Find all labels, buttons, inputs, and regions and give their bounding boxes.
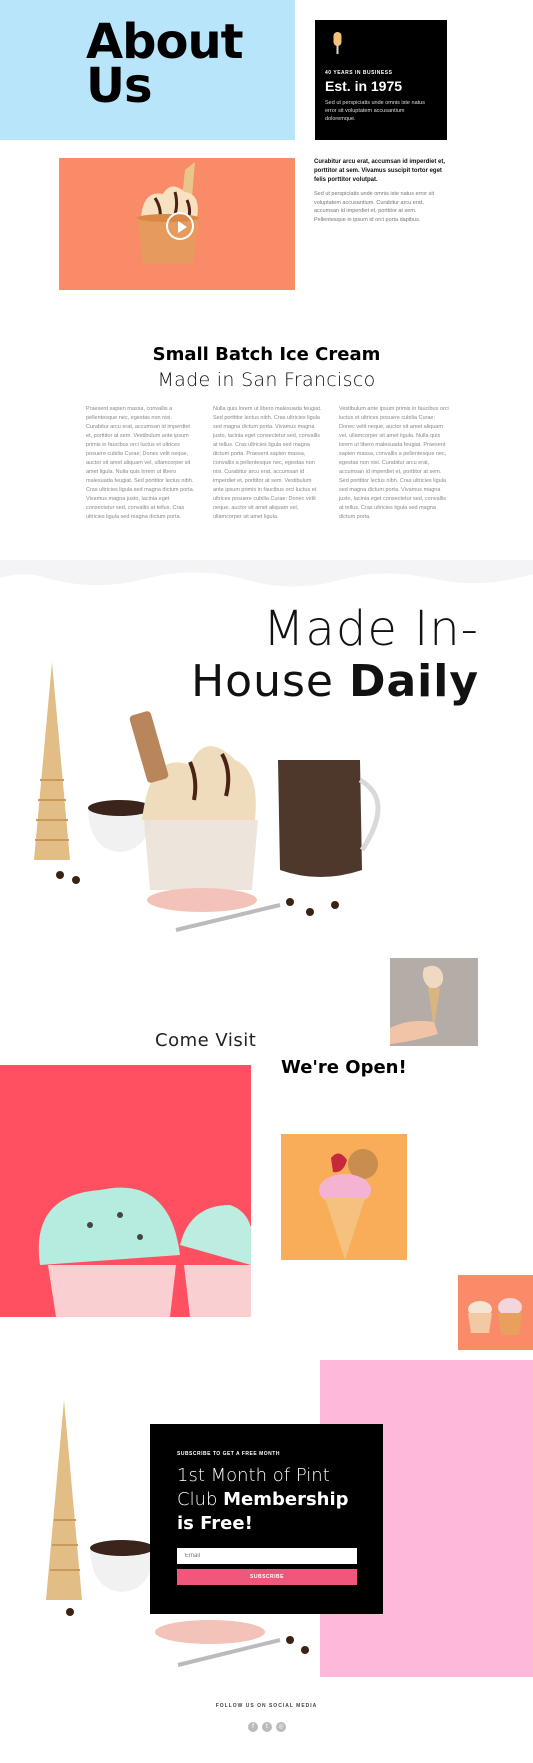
text-column-1: Praesent sapien massa, convallis a pelle… [86,406,195,520]
intro-bold-text: Curabitur arcu erat, accumsan id imperdi… [314,159,446,183]
come-visit-heading: Come Visit [155,1030,257,1051]
business-text: Sed ut perspiciatis unde omnis iste natu… [325,100,425,122]
signup-title: 1st Month of Pint Club Membership is Fre… [177,1464,367,1536]
instagram-icon[interactable]: ◎ [276,1722,286,1732]
hand-cone-image [390,958,478,1046]
business-card: 40 YEARS IN BUSINESS Est. in 1975 Sed ut… [315,20,447,140]
mint-ice-cream-image [0,1065,251,1317]
play-icon[interactable] [166,212,194,240]
section-title: Small Batch Ice Cream [152,344,381,365]
open-heading: We're Open! [281,1057,407,1078]
ice-cream-cups-image [458,1275,533,1350]
signup-card: SUBSCRIBE TO GET A FREE MONTH 1st Month … [150,1424,383,1614]
text-column-3: Vestibulum ante ipsum primis in faucibus… [339,406,449,520]
popsicle-icon [333,32,342,54]
made-heading-line1: Made In- [263,601,479,657]
facebook-icon[interactable]: f [248,1722,258,1732]
wave-divider [0,560,533,587]
follow-heading: FOLLOW US ON SOCIAL MEDIA [215,1703,318,1709]
business-kicker: 40 YEARS IN BUSINESS [325,70,393,76]
ice-cream-sundae-image [34,662,381,932]
twitter-icon[interactable]: t [262,1722,272,1732]
page: About Us 40 YEARS IN BUSINESS Est. in 19… [0,0,533,1763]
strawberry-cone-image [281,1134,407,1260]
section-subtitle: Made in San Francisco [157,369,376,391]
page-title: About Us [86,18,244,114]
business-heading: Est. in 1975 [325,78,403,94]
intro-text: Sed ut perspiciatis unde omnis iste natu… [314,191,435,223]
text-column-2: Nulla quis lorem ut libero malesuada feu… [213,406,322,520]
email-field[interactable] [177,1548,357,1564]
signup-kicker: SUBSCRIBE TO GET A FREE MONTH [177,1451,280,1457]
page-title-line2: Us [86,58,153,114]
subscribe-button[interactable]: SUBSCRIBE [177,1569,357,1585]
